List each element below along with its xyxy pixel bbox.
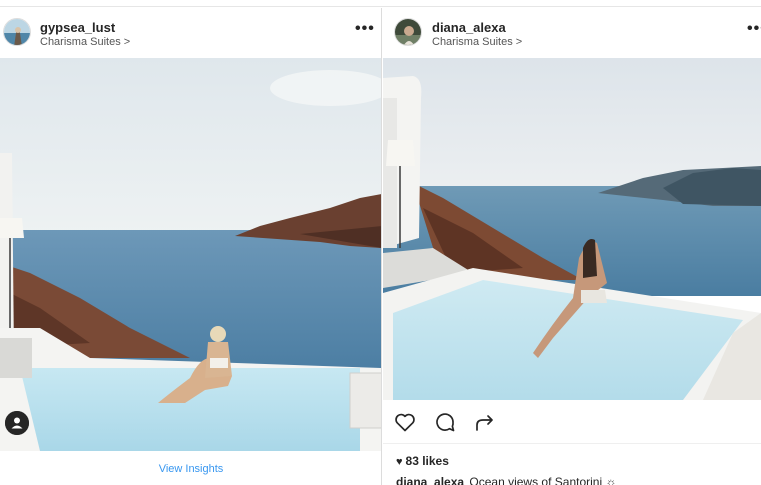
share-icon[interactable]: [473, 410, 497, 434]
view-insights-link[interactable]: View Insights: [0, 463, 381, 475]
comment-icon[interactable]: [433, 410, 457, 434]
post-card-gypsea-lust: gypsea_lust Charisma Suites > ••• View I…: [0, 8, 382, 485]
post-actions-bar: [383, 400, 761, 444]
likes-label: 83 likes: [405, 454, 449, 468]
heart-outline-icon[interactable]: [393, 410, 417, 434]
caption-username[interactable]: diana_alexa: [396, 475, 464, 485]
top-divider: [0, 0, 761, 7]
post-caption: diana_alexa Ocean views of Santorini ☼: [396, 475, 616, 485]
avatar[interactable]: [3, 18, 31, 46]
chevron-right-icon: >: [123, 36, 131, 48]
post-location[interactable]: Charisma Suites >: [40, 36, 130, 48]
avatar[interactable]: [394, 18, 422, 46]
post-username[interactable]: gypsea_lust: [40, 20, 115, 35]
santorini-pool-photo: [0, 58, 381, 451]
santorini-pool-photo: [383, 58, 761, 400]
post-location[interactable]: Charisma Suites >: [432, 36, 522, 48]
likes-count[interactable]: ♥ 83 likes: [396, 454, 449, 468]
post-header: diana_alexa Charisma Suites > •••: [383, 8, 761, 58]
post-header: gypsea_lust Charisma Suites > •••: [0, 8, 381, 58]
chevron-right-icon: >: [515, 36, 523, 48]
post-username[interactable]: diana_alexa: [432, 20, 506, 35]
post-photo[interactable]: [0, 58, 381, 451]
more-options-icon[interactable]: •••: [747, 21, 761, 37]
location-text[interactable]: Charisma Suites: [432, 36, 513, 48]
more-options-icon[interactable]: •••: [355, 21, 375, 37]
location-text[interactable]: Charisma Suites: [40, 36, 121, 48]
post-card-diana-alexa: diana_alexa Charisma Suites > •••: [383, 8, 761, 485]
caption-text: Ocean views of Santorini ☼: [469, 475, 617, 485]
post-photo[interactable]: [383, 58, 761, 400]
heart-filled-icon: ♥: [396, 456, 403, 468]
profile-badge-icon[interactable]: [5, 411, 29, 435]
